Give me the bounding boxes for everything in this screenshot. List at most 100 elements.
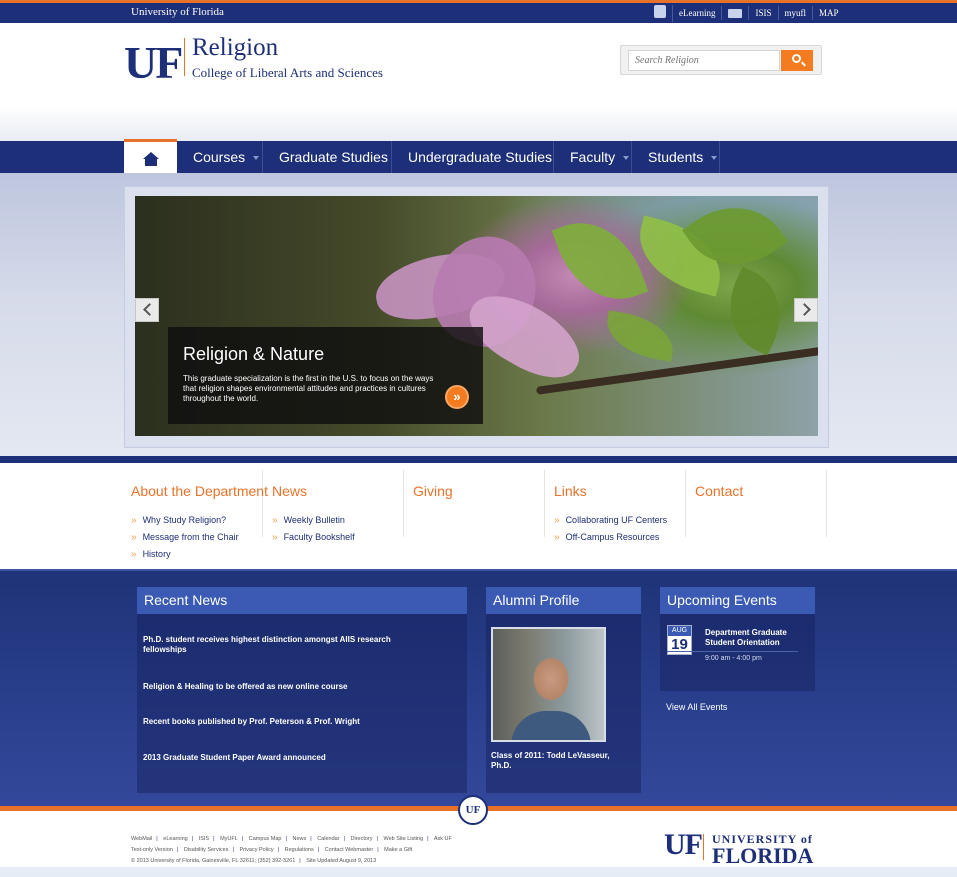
slide-more-button[interactable]: » (445, 385, 469, 409)
slideshow-next-button[interactable] (794, 298, 818, 322)
event-title[interactable]: Department Graduate Student Orientation (705, 628, 805, 648)
nav-label: Undergraduate Studies (408, 149, 552, 165)
nav-faculty[interactable]: Faculty (554, 141, 632, 173)
leaf-shape (602, 310, 678, 362)
main-navigation: Courses Graduate Studies Undergraduate S… (0, 139, 957, 193)
alumni-caption[interactable]: Class of 2011: Todd LeVasseur, Ph.D. (491, 751, 631, 771)
footer-link[interactable]: Ask UF (434, 836, 452, 842)
university-of-florida-link[interactable]: University of Florida (131, 6, 224, 18)
uf-seal[interactable]: UF (458, 795, 488, 825)
ql-heading[interactable]: Links (554, 483, 587, 499)
nav-label: Students (648, 149, 704, 165)
elearning-link[interactable]: eLearning (673, 6, 723, 20)
ql-item[interactable]: » History (131, 546, 239, 563)
chevron-right-icon (798, 303, 811, 316)
search-input[interactable] (628, 50, 780, 71)
quicklinks-rule (0, 456, 957, 463)
uf-logo-mark[interactable]: UF (124, 36, 183, 89)
search-icon (792, 54, 801, 63)
ql-list: » Weekly Bulletin » Faculty Bookshelf (272, 512, 355, 546)
ql-list: » Collaborating UF Centers » Off-Campus Re… (554, 512, 667, 546)
quicklinks-links: Links » Collaborating UF Centers » Off-Cam… (554, 470, 686, 543)
footer-link[interactable]: ISIS (199, 836, 209, 842)
slideshow-prev-button[interactable] (135, 298, 159, 322)
footer-links-row2: Text-only Version | Disability Services | … (131, 847, 413, 853)
nav-students[interactable]: Students (632, 141, 720, 173)
footer-link[interactable]: Privacy Policy (239, 847, 273, 853)
top-utility-bar: University of Florida eLearning ISIS myu… (0, 0, 957, 23)
isis-link[interactable]: ISIS (749, 6, 779, 20)
leaf-shape (713, 266, 797, 356)
ql-item[interactable]: » Collaborating UF Centers (554, 512, 667, 529)
event-time: 9:00 am - 4:00 pm (705, 655, 762, 662)
ql-item-label: Collaborating UF Centers (565, 515, 668, 525)
event-month: AUG (668, 626, 691, 636)
ql-item-label: Weekly Bulletin (283, 515, 345, 525)
quicklinks-news: News » Weekly Bulletin » Faculty Bookshelf (272, 470, 404, 543)
logo-divider (184, 38, 185, 76)
college-subtitle: College of Liberal Arts and Sciences (192, 65, 383, 80)
footer-link[interactable]: eLearning (163, 836, 187, 842)
leaf-shape (551, 206, 649, 316)
footer-logo-divider (703, 834, 704, 860)
ql-item-label: History (142, 549, 171, 559)
news-item[interactable]: Recent books published by Prof. Peterson… (143, 717, 433, 727)
nav-courses[interactable]: Courses (177, 141, 263, 173)
footer-logo-florida: FLORIDA (712, 843, 814, 868)
ql-heading[interactable]: About the Department (131, 483, 268, 499)
footer-link[interactable]: Campus Map (249, 836, 282, 842)
myufl-link[interactable]: myufl (779, 6, 813, 20)
nav-label: Graduate Studies (279, 149, 388, 165)
event-divider (667, 651, 798, 652)
utility-tools: eLearning ISIS myufl MAP (648, 4, 845, 22)
ql-heading[interactable]: News (272, 483, 307, 499)
footer-link[interactable]: Web Site Listing (383, 836, 423, 842)
mobile-icon[interactable] (648, 4, 673, 22)
caret-down-icon (711, 156, 718, 161)
search-button[interactable] (781, 50, 813, 71)
footer-links-row1: WebMail | eLearning | ISIS | MyUFL | Campus … (131, 836, 452, 842)
nav-graduate-studies[interactable]: Graduate Studies (263, 141, 392, 193)
map-link[interactable]: MAP (813, 6, 845, 20)
ql-heading[interactable]: Contact (695, 483, 743, 499)
news-item[interactable]: Religion & Healing to be offered as new … (143, 682, 433, 692)
search-box (620, 45, 822, 75)
footer-link[interactable]: WebMail (131, 836, 152, 842)
photo-shape (511, 711, 591, 740)
footer-link[interactable]: News (292, 836, 306, 842)
footer-link[interactable]: Disability Services (184, 847, 229, 853)
ql-item[interactable]: » Weekly Bulletin (272, 512, 355, 529)
caret-down-icon (253, 156, 260, 161)
footer-link[interactable]: Contact Webmaster (325, 847, 374, 853)
footer-uf-logo-mark[interactable]: UF (664, 828, 703, 862)
footer-link[interactable]: Text-only Version (131, 847, 173, 853)
footer-link[interactable]: Directory (351, 836, 373, 842)
ql-item[interactable]: » Off-Campus Resources (554, 529, 667, 546)
footer-link[interactable]: Calendar (317, 836, 339, 842)
bottom-strip (0, 867, 957, 877)
alumni-photo[interactable] (491, 627, 606, 742)
nav-undergraduate-studies[interactable]: Undergraduate Studies (392, 141, 554, 193)
quicklinks-contact: Contact (695, 470, 827, 537)
events-heading: Upcoming Events (660, 587, 815, 614)
nav-label: Courses (193, 149, 246, 165)
webmail-icon[interactable] (722, 6, 750, 20)
footer-link[interactable]: MyUFL (220, 836, 238, 842)
ql-item[interactable]: » Message from the Chair (131, 529, 239, 546)
nav-home[interactable] (124, 139, 177, 173)
ql-item-label: Off-Campus Resources (565, 532, 660, 542)
ql-item[interactable]: » Faculty Bookshelf (272, 529, 355, 546)
slide-caption: Religion & Nature This graduate speciali… (168, 327, 483, 424)
ql-heading[interactable]: Giving (413, 483, 453, 499)
home-icon (143, 152, 159, 166)
caret-down-icon (623, 156, 630, 161)
ql-item[interactable]: » Why Study Religion? (131, 512, 239, 529)
footer-link[interactable]: Make a Gift (384, 847, 412, 853)
quicklinks-section: About the Department » Why Study Religion… (0, 463, 957, 569)
department-title[interactable]: Religion (192, 34, 278, 62)
footer-link[interactable]: Regulations (285, 847, 314, 853)
copyright: © 2013 University of Florida, Gainesvill… (131, 858, 296, 864)
news-item[interactable]: Ph.D. student receives highest distincti… (143, 635, 433, 655)
news-item[interactable]: 2013 Graduate Student Paper Award announ… (143, 753, 433, 763)
view-all-events-link[interactable]: View All Events (666, 702, 727, 712)
